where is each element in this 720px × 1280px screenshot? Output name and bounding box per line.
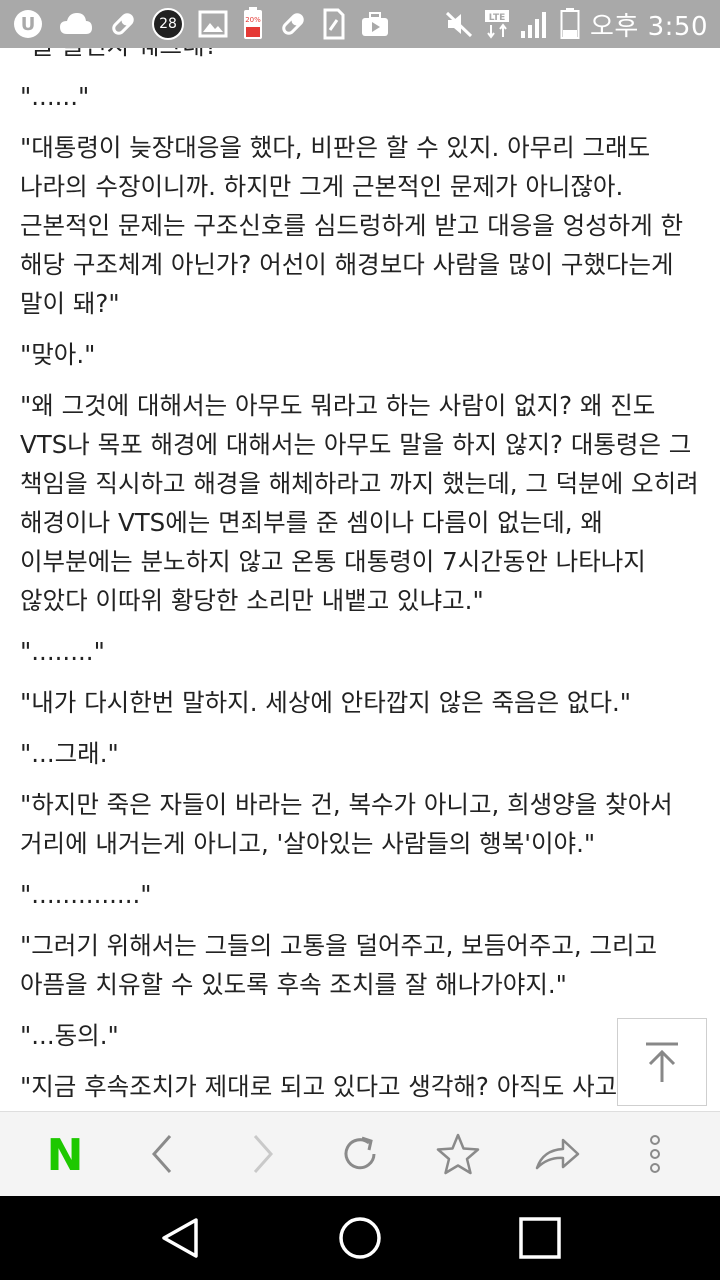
sim-icon (322, 8, 346, 40)
svg-text:LTE: LTE (489, 13, 506, 23)
svg-text:N: N (47, 1134, 84, 1174)
dialogue-paragraph: "......" (20, 82, 90, 111)
scroll-to-top-button[interactable] (617, 1018, 707, 1106)
dialogue-paragraph: "왜 그것에 대해서는 아무도 뭐라고 하는 사람이 없지? 왜 진도 VTS나… (20, 391, 699, 615)
bookmark-button[interactable] (423, 1119, 493, 1189)
share-button[interactable] (522, 1119, 592, 1189)
naver-home-icon: N (47, 1134, 84, 1174)
status-bar: U 28 20% LTE 오후 3:50 (0, 0, 720, 48)
signal-icon (520, 8, 550, 40)
dialogue-paragraph: "대통령이 늦장대응을 했다, 비판은 할 수 있지. 아무리 그래도 나라의 … (20, 133, 684, 318)
dialogue-paragraph: "하지만 죽은 자들이 바라는 건, 복수가 아니고, 희생양을 찾아서 거리에… (20, 790, 673, 858)
more-vertical-icon (649, 1135, 660, 1173)
notification-count-badge: 28 (152, 8, 184, 40)
status-bar-notifications: U 28 20% (12, 7, 390, 40)
nav-back-icon (162, 1218, 198, 1258)
svg-text:U: U (21, 14, 36, 35)
share-icon (535, 1138, 579, 1170)
nav-recents-icon (519, 1217, 561, 1259)
clock: 오후 3:50 (590, 11, 708, 42)
browser-toolbar: N (0, 1111, 720, 1196)
back-icon (152, 1135, 172, 1173)
gallery-icon (198, 8, 228, 40)
article-content[interactable]: "글 들신지 궤그네? "......" "대통령이 늦장대응을 했다, 비판은… (0, 48, 720, 1111)
mute-icon (444, 8, 474, 40)
system-navigation-bar (0, 1196, 720, 1280)
battery-icon (560, 8, 580, 40)
media-icon (360, 8, 390, 40)
pill-icon (108, 8, 138, 40)
bookmark-star-icon (437, 1133, 480, 1175)
naver-home-button[interactable]: N (30, 1119, 100, 1189)
svg-text:20%: 20% (245, 16, 261, 24)
refresh-button[interactable] (325, 1119, 395, 1189)
dialogue-paragraph: "...그래." (20, 739, 119, 768)
more-options-button[interactable] (620, 1119, 690, 1189)
dialogue-paragraph: "...동의." (20, 1021, 119, 1050)
u-plus-icon: U (12, 8, 44, 40)
nav-home-button[interactable] (320, 1203, 400, 1273)
pill-icon (278, 8, 308, 40)
dialogue-paragraph: "........" (20, 637, 105, 666)
nav-back-button[interactable] (140, 1203, 220, 1273)
dialogue-paragraph: "지금 후속조치가 제대로 되고 있다고 생각해? 아직도 사고 (20, 1072, 618, 1101)
nav-home-icon (339, 1217, 381, 1259)
arrow-up-to-top-icon (646, 1042, 678, 1082)
status-bar-system: LTE 오후 3:50 (444, 6, 708, 43)
dialogue-paragraph: ".............." (20, 880, 152, 909)
lte-icon: LTE (484, 8, 510, 40)
dialogue-paragraph: "그러기 위해서는 그들의 고통을 덜어주고, 보듬어주고, 그리고 아픔을 치… (20, 931, 658, 999)
refresh-icon (344, 1136, 376, 1170)
battery-app-icon: 20% (242, 7, 264, 40)
cloud-icon (58, 8, 94, 40)
dialogue-paragraph: "글 들신지 궤그네? (20, 48, 700, 65)
nav-recents-button[interactable] (500, 1203, 580, 1273)
back-button[interactable] (128, 1119, 198, 1189)
forward-button[interactable] (227, 1119, 297, 1189)
forward-icon (253, 1135, 273, 1173)
dialogue-paragraph: "내가 다시한번 말하지. 세상에 안타깝지 않은 죽음은 없다." (20, 688, 632, 717)
dialogue-paragraph: "맞아." (20, 340, 96, 369)
